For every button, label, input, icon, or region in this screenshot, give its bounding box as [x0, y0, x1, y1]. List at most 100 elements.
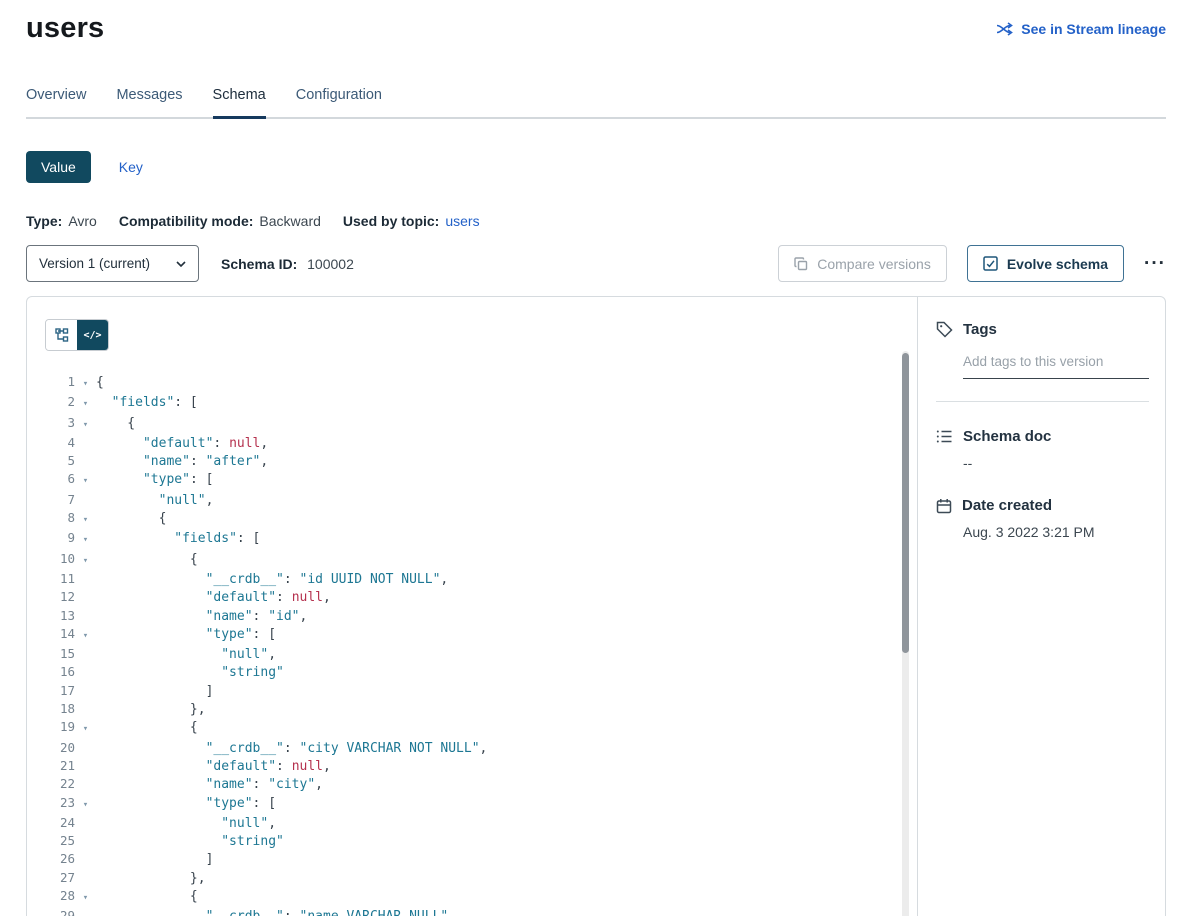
code-text: }, [96, 871, 206, 886]
editor-scrollbar-thumb[interactable] [902, 353, 909, 653]
code-view-button[interactable]: </> [77, 320, 108, 350]
line-number: 4 [45, 434, 75, 451]
schema-sidebar: Tags Schema doc -- [917, 297, 1165, 916]
tags-input[interactable] [963, 352, 1149, 379]
used-by-topic-label: Used by topic: [343, 213, 439, 229]
fold-toggle-icon[interactable]: ▾ [75, 797, 96, 814]
stream-lineage-label: See in Stream lineage [1021, 21, 1166, 37]
code-line: 27 }, [45, 869, 893, 887]
fold-toggle-icon[interactable]: ▾ [75, 473, 96, 490]
type-value: Avro [68, 213, 97, 229]
code-line: 21 "default": null, [45, 757, 893, 775]
line-number: 17 [45, 682, 75, 699]
value-toggle-button[interactable]: Value [26, 151, 91, 183]
code-line: 9▾ "fields": [ [45, 529, 893, 549]
code-text: { [96, 720, 198, 735]
code-text: { [96, 552, 198, 567]
key-toggle-button[interactable]: Key [119, 159, 143, 175]
line-number: 27 [45, 869, 75, 886]
topic-link[interactable]: users [445, 213, 479, 229]
code-text: "name": "id", [96, 609, 307, 624]
tab-schema[interactable]: Schema [213, 87, 266, 119]
tree-view-button[interactable] [46, 320, 77, 350]
code-line: 11 "__crdb__": "id UUID NOT NULL", [45, 570, 893, 588]
tag-icon [936, 321, 953, 338]
line-number: 23 [45, 794, 75, 811]
line-number: 14 [45, 625, 75, 642]
code-line: 29 "__crdb__": "name VARCHAR NULL", [45, 907, 893, 916]
code-text: "null", [96, 493, 213, 508]
code-text: "type": [ [96, 796, 276, 811]
code-text: "default": null, [96, 590, 331, 605]
code-line: 1▾{ [45, 373, 893, 393]
tab-messages[interactable]: Messages [116, 87, 182, 119]
code-line: 19▾ { [45, 718, 893, 738]
fold-toggle-icon[interactable]: ▾ [75, 553, 96, 570]
fold-toggle-icon[interactable]: ▾ [75, 512, 96, 529]
tags-title: Tags [963, 321, 997, 338]
code-line: 25 "string" [45, 832, 893, 850]
value-key-toggle: Value Key [26, 151, 1166, 183]
tab-overview[interactable]: Overview [26, 87, 86, 119]
code-text: "string" [96, 665, 284, 680]
date-created-value: Aug. 3 2022 3:21 PM [963, 524, 1149, 540]
compare-versions-label: Compare versions [817, 256, 931, 272]
code-line: 6▾ "type": [ [45, 470, 893, 490]
line-number: 8 [45, 509, 75, 526]
fold-toggle-icon[interactable]: ▾ [75, 532, 96, 549]
schema-id-label: Schema ID: [221, 256, 297, 272]
code-line: 28▾ { [45, 887, 893, 907]
more-options-button[interactable]: ··· [1144, 259, 1166, 269]
fold-toggle-icon[interactable]: ▾ [75, 721, 96, 738]
copy-icon [794, 257, 808, 271]
tab-bar: Overview Messages Schema Configuration [26, 87, 1166, 119]
fold-toggle-icon[interactable]: ▾ [75, 376, 96, 393]
edit-schema-icon [983, 256, 998, 271]
compatibility-value: Backward [259, 213, 320, 229]
fold-toggle-icon[interactable]: ▾ [75, 628, 96, 645]
line-number: 9 [45, 529, 75, 546]
code-line: 16 "string" [45, 663, 893, 681]
schema-card: </> 1▾{2▾ "fields": [3▾ {4 "default": nu… [26, 296, 1166, 916]
code-text: "string" [96, 834, 284, 849]
editor-scrollbar-track [902, 351, 909, 916]
evolve-schema-button[interactable]: Evolve schema [967, 245, 1124, 282]
code-text: "type": [ [96, 627, 276, 642]
stream-lineage-link[interactable]: See in Stream lineage [996, 21, 1166, 37]
version-select[interactable]: Version 1 (current) [26, 245, 199, 282]
tags-section-header: Tags [936, 321, 1149, 338]
code-text: "name": "after", [96, 454, 268, 469]
line-number: 28 [45, 887, 75, 904]
code-text: "default": null, [96, 759, 331, 774]
compare-versions-button[interactable]: Compare versions [778, 245, 947, 282]
fold-toggle-icon[interactable]: ▾ [75, 890, 96, 907]
editor-view-toggle: </> [45, 319, 109, 351]
code-text: "__crdb__": "name VARCHAR NULL", [96, 909, 456, 916]
compatibility-label: Compatibility mode: [119, 213, 254, 229]
line-number: 19 [45, 718, 75, 735]
line-number: 20 [45, 739, 75, 756]
stream-lineage-icon [996, 22, 1013, 36]
fold-toggle-icon[interactable]: ▾ [75, 417, 96, 434]
code-line: 8▾ { [45, 509, 893, 529]
schema-doc-value: -- [963, 455, 1149, 471]
code-text: ] [96, 852, 213, 867]
code-text: "name": "city", [96, 777, 323, 792]
code-text: "null", [96, 647, 276, 662]
code-line: 18 }, [45, 700, 893, 718]
tree-view-icon [55, 328, 69, 342]
code-line: 15 "null", [45, 645, 893, 663]
line-number: 11 [45, 570, 75, 587]
code-line: 2▾ "fields": [ [45, 393, 893, 413]
sidebar-divider [936, 401, 1149, 402]
line-number: 3 [45, 414, 75, 431]
code-line: 13 "name": "id", [45, 607, 893, 625]
line-number: 22 [45, 775, 75, 792]
date-created-title: Date created [962, 497, 1052, 514]
code-text: { [96, 889, 198, 904]
code-line: 26 ] [45, 850, 893, 868]
fold-toggle-icon[interactable]: ▾ [75, 396, 96, 413]
tab-configuration[interactable]: Configuration [296, 87, 382, 119]
line-number: 18 [45, 700, 75, 717]
version-select-value: Version 1 (current) [39, 256, 150, 271]
